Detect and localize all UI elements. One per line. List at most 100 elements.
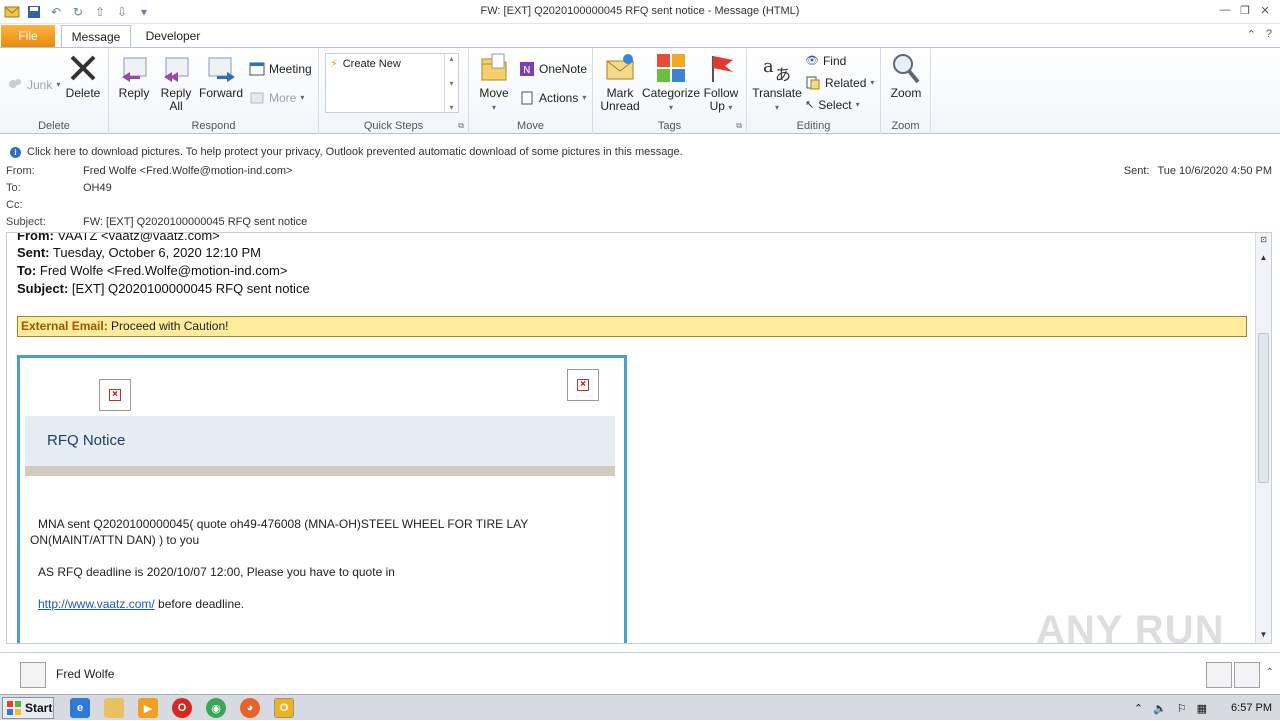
people-pane: Fred Wolfe ⌃	[0, 652, 1280, 694]
more-respond-button[interactable]: More ▾	[249, 89, 304, 107]
dialog-launcher-icon[interactable]: ⧉	[736, 121, 742, 131]
broken-image-icon[interactable]: ×	[567, 369, 599, 401]
subject-label: Subject:	[6, 216, 46, 228]
collapse-ribbon-icon[interactable]: ⌃	[1247, 28, 1256, 41]
tab-file[interactable]: File	[1, 25, 55, 47]
chrome-icon[interactable]: ◉	[206, 698, 226, 718]
expand-people-pane-icon[interactable]: ⌃	[1266, 667, 1274, 678]
quick-step-create-new[interactable]: ⚡ Create New	[330, 57, 401, 71]
translate-icon: aあ	[763, 56, 791, 84]
to-value[interactable]: OH49	[83, 182, 112, 199]
message-body[interactable]: From: VAATZ <vaatz@vaatz.com> Sent: Tues…	[6, 232, 1272, 644]
external-email-warning: External Email: Proceed with Caution!	[17, 316, 1247, 337]
junk-button[interactable]: Junk ▾	[7, 76, 60, 94]
explorer-folder-icon[interactable]	[104, 698, 124, 718]
related-button[interactable]: Related ▾	[805, 74, 874, 92]
follow-up-button[interactable]: Follow Up ▾	[696, 52, 746, 114]
divider-band	[25, 466, 615, 476]
delete-x-icon	[70, 55, 96, 81]
forwarded-subject: Subject: [EXT] Q2020100000045 RFQ sent n…	[17, 281, 310, 296]
quick-steps-scroll[interactable]: ▴ ▾ ▾	[444, 54, 458, 112]
categorize-button[interactable]: Categorize ▾	[642, 52, 700, 114]
tab-developer[interactable]: Developer	[138, 25, 208, 48]
to-row: To: OH49	[6, 182, 112, 199]
people-pane-name[interactable]: Fred Wolfe	[56, 667, 114, 681]
system-tray: ⌃ 🔈 ⚐ ▦ 6:57 PM	[1134, 695, 1280, 721]
firefox-icon[interactable]: ◕	[240, 698, 260, 718]
group-editing: aあ Translate ▾ 👁 Find Related ▾ ↖ Select…	[747, 48, 881, 134]
scroll-down-icon[interactable]: ▾	[449, 79, 453, 88]
scroll-up-arrow-icon[interactable]: ▲	[1258, 253, 1269, 264]
calendar-icon	[249, 62, 265, 76]
find-button[interactable]: 👁 Find	[805, 52, 846, 70]
from-value[interactable]: Fred Wolfe <Fred.Wolfe@motion-ind.com>	[83, 165, 292, 182]
windows-logo-icon	[7, 701, 21, 715]
avatar[interactable]	[20, 662, 46, 688]
quick-steps-gallery[interactable]: ⚡ Create New ▴ ▾ ▾	[325, 53, 459, 113]
avatar[interactable]	[1234, 662, 1260, 688]
outlook-taskbar-icon[interactable]: O	[274, 698, 294, 718]
onenote-icon: N	[520, 62, 534, 76]
forwarded-sent: Sent: Tuesday, October 6, 2020 12:10 PM	[17, 245, 262, 260]
taskbar-apps: e ▶ O ◉ ◕ O	[70, 698, 294, 718]
vaatz-link[interactable]: http://www.vaatz.com/	[38, 597, 155, 611]
forwarded-to: To: Fred Wolfe <Fred.Wolfe@motion-ind.co…	[17, 263, 288, 278]
tab-message[interactable]: Message	[61, 25, 131, 48]
scroll-up-icon[interactable]: ⊡	[1258, 235, 1269, 246]
move-folder-icon	[481, 53, 507, 81]
magnifier-icon	[893, 54, 920, 84]
start-button[interactable]: Start	[2, 697, 54, 719]
select-button[interactable]: ↖ Select ▾	[805, 96, 860, 114]
dialog-launcher-icon[interactable]: ⧉	[458, 121, 464, 131]
avatar[interactable]	[1206, 662, 1232, 688]
actions-button[interactable]: Actions ▾	[519, 89, 586, 107]
cursor-icon: ↖	[805, 99, 815, 111]
categorize-icon	[657, 54, 685, 82]
restore-icon[interactable]: ❐	[1236, 2, 1254, 18]
group-quick-steps: ⚡ Create New ▴ ▾ ▾ Quick Steps ⧉	[319, 48, 469, 134]
opera-icon[interactable]: O	[172, 698, 192, 718]
minimize-icon[interactable]: —	[1216, 2, 1234, 18]
action-center-flag-icon[interactable]: ⚐	[1177, 702, 1187, 715]
network-icon[interactable]: ▦	[1197, 702, 1207, 715]
more-respond-icon	[250, 92, 264, 104]
chevron-down-icon: ▾	[668, 103, 673, 112]
rfq-line-4: http://www.vaatz.com/ before deadline.	[38, 597, 245, 611]
rfq-line-2: ON(MAINT/ATTN DAN) ) to you	[30, 533, 200, 547]
group-respond: Reply Reply All Forward Meeting More ▾ R…	[109, 48, 319, 134]
message-header: From: Fred Wolfe <Fred.Wolfe@motion-ind.…	[0, 163, 1280, 231]
media-player-icon[interactable]: ▶	[138, 698, 158, 718]
internet-explorer-icon[interactable]: e	[70, 698, 90, 718]
forward-button[interactable]: Forward	[196, 52, 246, 100]
broken-image-icon[interactable]: ×	[99, 379, 131, 411]
delete-button[interactable]: Delete	[58, 52, 108, 100]
help-icon[interactable]: ?	[1266, 28, 1272, 41]
scroll-up-icon[interactable]: ▴	[449, 54, 453, 63]
move-button[interactable]: Move ▾	[469, 52, 519, 114]
scroll-down-arrow-icon[interactable]: ▼	[1258, 630, 1269, 641]
forward-icon	[208, 57, 235, 82]
svg-text:あ: あ	[775, 65, 791, 84]
tray-expand-icon[interactable]: ⌃	[1134, 702, 1143, 715]
chevron-down-icon: ▾	[855, 100, 860, 109]
download-pictures-infobar[interactable]: i Click here to download pictures. To he…	[0, 143, 1280, 161]
volume-icon[interactable]: 🔈	[1153, 702, 1167, 715]
body-scrollbar[interactable]: ⊡ ▲ ▼	[1255, 233, 1271, 643]
group-tags: Mark Unread Categorize ▾ Follow Up ▾ Tag…	[593, 48, 747, 134]
people-pane-avatars	[1206, 662, 1260, 688]
group-delete: Junk ▾ Delete Delete	[0, 48, 109, 134]
zoom-button[interactable]: Zoom	[881, 52, 931, 100]
clock[interactable]: 6:57 PM	[1231, 702, 1272, 714]
expand-gallery-icon[interactable]: ▾	[449, 103, 453, 112]
from-row: From: Fred Wolfe <Fred.Wolfe@motion-ind.…	[6, 165, 292, 182]
mark-unread-button[interactable]: Mark Unread	[595, 52, 645, 113]
rfq-title-band: RFQ Notice	[25, 416, 615, 466]
translate-button[interactable]: aあ Translate ▾	[751, 52, 803, 114]
scroll-thumb[interactable]	[1258, 333, 1269, 483]
group-label-delete: Delete	[38, 120, 70, 132]
reply-all-button[interactable]: Reply All	[151, 52, 201, 113]
onenote-button[interactable]: N OneNote	[519, 60, 587, 78]
close-icon[interactable]: ✕	[1256, 2, 1274, 18]
meeting-button[interactable]: Meeting	[249, 60, 312, 78]
flag-icon	[712, 56, 733, 82]
